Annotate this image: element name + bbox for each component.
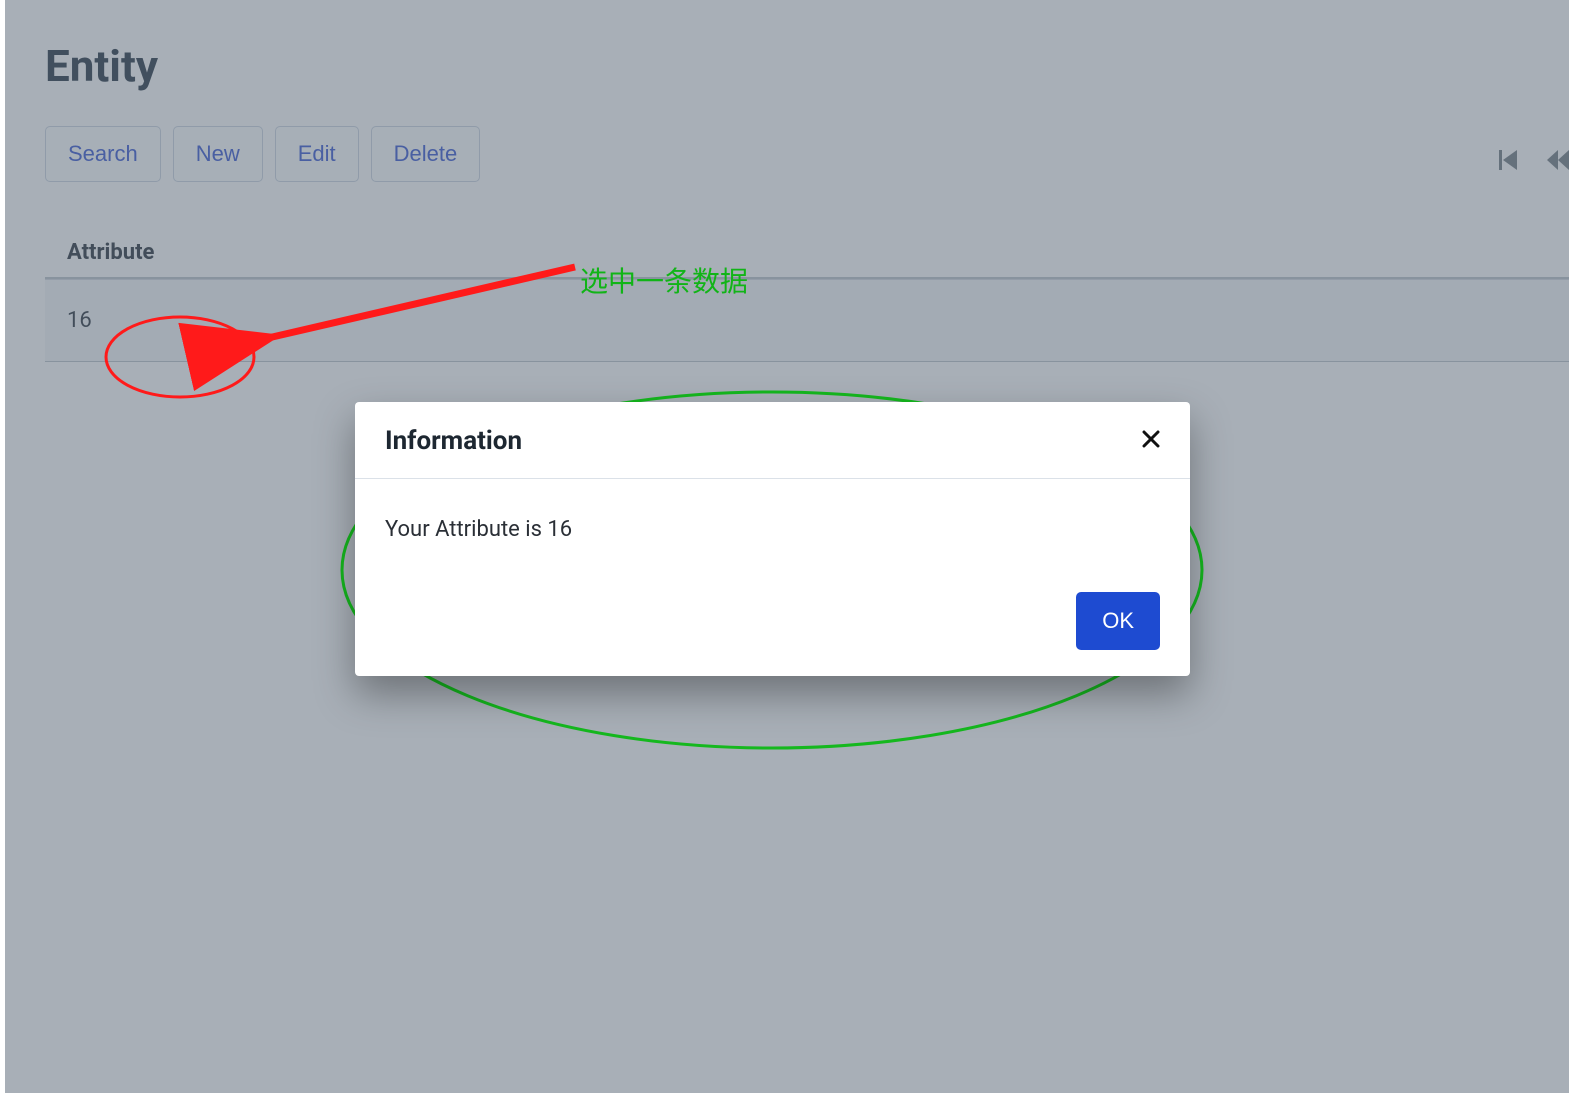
close-icon	[1142, 427, 1160, 454]
dialog-close-button[interactable]	[1142, 427, 1160, 455]
page-root: Entity Search New Edit Delete Attribute …	[0, 0, 1569, 1093]
dialog-ok-button[interactable]: OK	[1076, 592, 1160, 650]
dialog-message: Your Attribute is 16	[385, 517, 1160, 542]
dialog-footer: OK	[355, 592, 1190, 676]
dialog-title: Information	[385, 426, 522, 456]
dialog-body: Your Attribute is 16	[355, 479, 1190, 592]
info-dialog: Information Your Attribute is 16 OK	[355, 402, 1190, 676]
dialog-header: Information	[355, 402, 1190, 479]
